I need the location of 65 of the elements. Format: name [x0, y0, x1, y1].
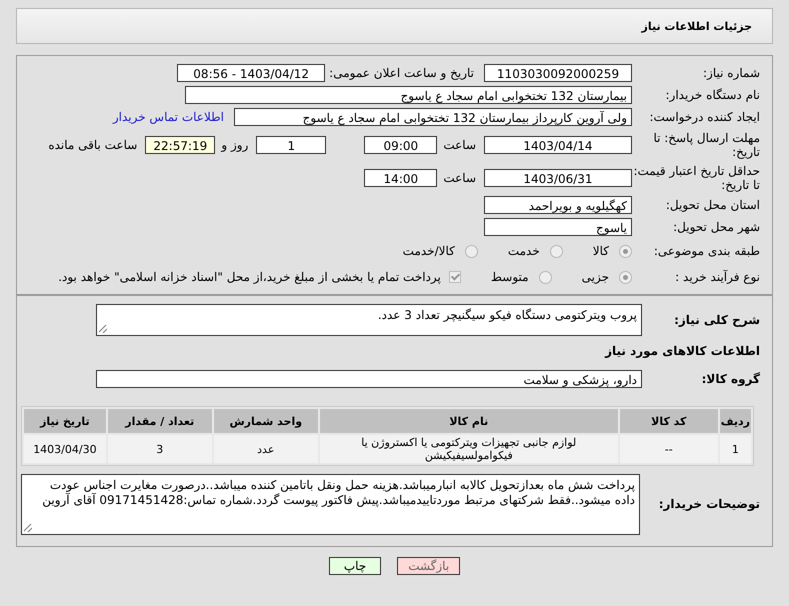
contact-link[interactable]: اطلاعات تماس خریدار — [112, 110, 224, 124]
notes-box[interactable] — [21, 474, 640, 534]
field-label: شهر محل تحویل: — [672, 220, 761, 234]
column-header: کد کالا — [620, 409, 718, 433]
text-field[interactable]: 1 — [256, 136, 326, 154]
field-label: ساعت — [443, 138, 476, 152]
text-field[interactable]: 1403/04/12 - 08:56 — [177, 64, 326, 82]
field-label: گروه کالا: — [700, 372, 761, 386]
radio-button[interactable] — [538, 270, 552, 284]
text-field[interactable]: بیمارستان 132 تختخوابی امام سجاد ع یاسوج — [185, 86, 632, 104]
text-field[interactable]: دارو، پزشکی و سلامت — [96, 370, 642, 388]
description-text: پروب ویترکتومی دستگاه فیکو سیگنیچر تعداد 3 عدد. — [376, 307, 638, 324]
field-label: تاریخ و ساعت اعلان عمومی: — [329, 66, 474, 80]
field-label: مهلت ارسال پاسخ: تا تاریخ: — [652, 130, 761, 158]
table-cell: لوازم جانبی تجهیزات ویترکتومی یا اکستروژن یا فیکوامولسیفیکیشن — [320, 435, 618, 463]
text-field[interactable]: کهگیلویه و بویراحمد — [484, 196, 632, 214]
table-cell: 1403/04/30 — [24, 435, 106, 463]
option-label: کالا/خدمت — [402, 244, 455, 258]
option-label: متوسط — [490, 270, 529, 284]
field-label: ایجاد کننده درخواست: — [648, 110, 761, 124]
description-box[interactable]: پروب ویترکتومی دستگاه فیکو سیگنیچر تعداد 3 عدد. — [96, 304, 642, 336]
checkbox[interactable] — [448, 271, 461, 283]
text-field[interactable]: یاسوج — [484, 218, 632, 236]
field-label: توضیحات خریدار: — [658, 497, 761, 511]
text-field[interactable]: ولی آروین کارپرداز بیمارستان 132 تختخوابی امام سجاد ع یاسوج — [234, 108, 632, 126]
table-cell: عدد — [214, 435, 318, 463]
text-field[interactable]: 14:00 — [364, 168, 438, 186]
radio-button[interactable] — [619, 270, 632, 284]
notes-text: پرداخت شش ماه بعدازتحویل کالابه انبارمیباشد.هزینه حمل ونقل باتامین کننده میباشد..درصورت مغایرت اجناس عودت داده میشود..فقط شرکتهای مرتبط موردتاییدمیباشد.پیش فاکتور پیوست گردد.شماره تماس:09171451428 آقای آروین — [41, 476, 636, 509]
field-label: ساعت — [443, 170, 476, 184]
countdown-field[interactable]: 22:57:19 — [145, 136, 216, 154]
back-button[interactable]: بازگشت — [397, 557, 460, 575]
text-field[interactable]: 1403/06/31 — [484, 168, 632, 186]
print-button[interactable]: چاپ — [328, 557, 382, 575]
field-label: طبقه بندی موضوعی: — [652, 244, 761, 258]
resize-grip-icon — [99, 325, 107, 333]
page-title: جزئیات اطلاعات نیاز — [642, 20, 752, 32]
text-field[interactable]: 1103030092000259 — [484, 64, 632, 82]
option-label: خدمت — [508, 244, 540, 258]
field-label: استان محل تحویل: — [664, 198, 761, 212]
text-field[interactable]: 1403/04/14 — [484, 136, 632, 154]
text-field[interactable]: 09:00 — [364, 136, 438, 154]
field-label: روز و — [221, 138, 248, 152]
table-cell: -- — [620, 435, 718, 463]
column-header: واحد شمارش — [214, 409, 318, 433]
field-label: ساعت باقی مانده — [48, 138, 138, 152]
field-label: شماره نیاز: — [702, 66, 761, 80]
resize-grip-icon — [24, 524, 32, 532]
radio-button[interactable] — [619, 244, 632, 258]
field-label: نام دستگاه خریدار: — [664, 88, 761, 102]
column-header: تاریخ نیاز — [24, 409, 106, 433]
table-cell: 3 — [108, 435, 212, 463]
option-label: کالا — [592, 244, 609, 258]
column-header: ردیف — [720, 409, 751, 433]
column-header: نام کالا — [320, 409, 618, 433]
section-heading: اطلاعات کالاهای مورد نیاز — [604, 343, 761, 360]
column-header: تعداد / مقدار — [108, 409, 212, 433]
field-label: حداقل تاریخ اعتبار قیمت: تا تاریخ: — [632, 164, 761, 192]
table-cell: 1 — [720, 435, 751, 463]
option-label: جزیی — [582, 270, 609, 284]
radio-button[interactable] — [550, 244, 563, 258]
radio-button[interactable] — [464, 244, 478, 258]
field-label: شرح کلی نیاز: — [673, 313, 761, 327]
field-label: نوع فرآیند خرید : — [674, 270, 761, 284]
checkbox-label: پرداخت تمام یا بخشی از مبلغ خرید،از محل "اسناد خزانه اسلامی" خواهد بود. — [58, 270, 441, 284]
